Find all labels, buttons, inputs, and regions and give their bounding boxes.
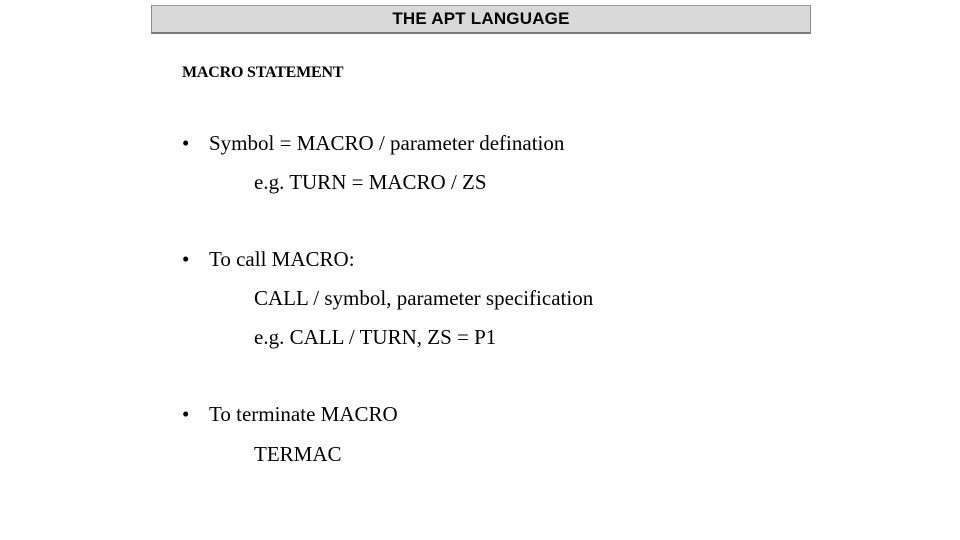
bullet-text: To call MACRO: (209, 247, 355, 271)
syntax-line: TERMAC (254, 442, 342, 466)
bullet-icon: • (182, 247, 190, 271)
section-heading: MACRO STATEMENT (182, 64, 344, 81)
bullet-text: Symbol = MACRO / parameter defination (209, 131, 565, 155)
title-banner: THE APT LANGUAGE (151, 5, 811, 34)
bullet-item-terminate-macro: • To terminate MACRO (182, 402, 398, 426)
syntax-line: CALL / symbol, parameter specification (254, 286, 594, 310)
bullet-icon: • (182, 131, 190, 155)
example-line: e.g. CALL / TURN, ZS = P1 (254, 325, 497, 349)
bullet-text: To terminate MACRO (209, 402, 398, 426)
bullet-icon: • (182, 402, 190, 426)
bullet-item-call-macro: • To call MACRO: (182, 247, 355, 271)
page-title: THE APT LANGUAGE (392, 9, 570, 28)
example-line: e.g. TURN = MACRO / ZS (254, 170, 487, 194)
bullet-item-macro-definition: • Symbol = MACRO / parameter defination (182, 131, 564, 155)
